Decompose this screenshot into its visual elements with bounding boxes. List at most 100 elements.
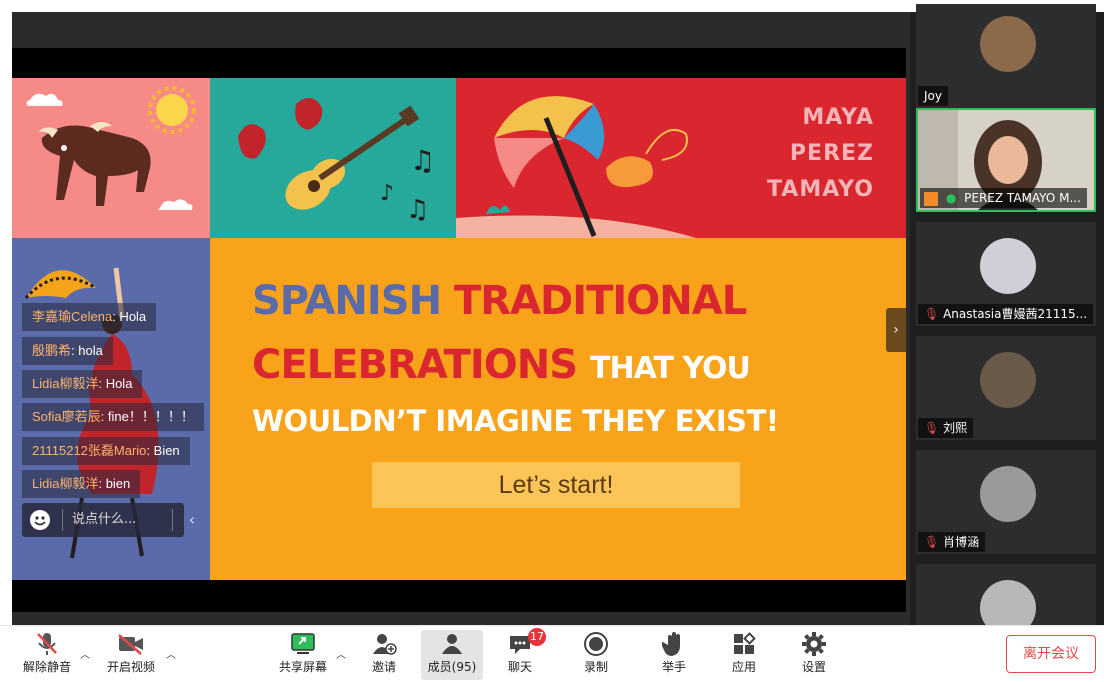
chat-sender: 李嘉瑜Celena [32,309,113,324]
author-name: MAYA PEREZ TAMAYO [767,100,874,208]
bull-illustration [26,86,196,210]
apps-label: 应用 [731,660,756,674]
chat-label: 聊天 [507,660,532,674]
share-screen-icon [272,630,334,658]
participant-tile[interactable] [916,564,1096,636]
chat-input-bar[interactable]: 说点什么... ‹ [22,503,195,537]
participant-name-bar: 🎙 Anastasia曹嫚茜21115... [918,304,1094,324]
participant-tile[interactable]: 🎙 肖博涵 [916,450,1096,554]
chat-sender: Sofia廖若辰 [32,409,101,424]
chevron-left-icon[interactable]: ‹ [180,503,204,537]
unread-badge: 17 [528,628,546,646]
svg-text:♪: ♪ [380,181,394,206]
slide-title-line-3: WOULDN’T IMAGINE THEY EXIST! [252,404,779,438]
author-line-2: PEREZ [789,141,874,166]
chat-text: : Hola [98,376,133,391]
author-line-1: MAYA [802,105,874,130]
share-screen-button[interactable]: 共享屏幕 [272,630,334,680]
record-button[interactable]: 录制 [576,630,616,680]
mic-muted-icon: 🎙 [924,421,940,435]
raise-hand-label: 举手 [661,660,686,674]
chevron-right-icon: › [893,322,899,338]
chevron-up-icon[interactable]: ︿ [336,646,346,661]
chat-message: 殷鹏希: hola [22,337,113,365]
letterbox-top [12,48,906,78]
participant-tile[interactable]: 🎙 刘熙 [916,336,1096,440]
participant-gallery: Joy ● PEREZ TAMAYO M... 🎙 Anastasia曹嫚茜21… [910,4,1104,636]
slide-title-area: SPANISH TRADITIONAL CELEBRATIONS THAT YO… [210,238,906,580]
mic-on-icon: ● [945,191,957,205]
invite-label: 邀请 [371,660,396,674]
chat-sender: Lidia柳毅洋 [32,476,99,491]
participant-tile[interactable]: 🎙 Anastasia曹嫚茜21115... [916,222,1096,326]
participant-name-bar: 🎙 刘熙 [918,418,974,438]
record-icon [576,630,616,658]
title-word-traditional: TRADITIONAL [454,278,747,324]
guitar-illustration: ♫ ♪ ♫ [238,97,435,225]
participant-name-bar: 🎙 肖博涵 [918,532,986,552]
chat-sender: 殷鹏希 [32,343,72,358]
apps-icon [724,630,764,658]
raise-hand-button[interactable]: 举手 [654,630,694,680]
svg-text:♫: ♫ [410,144,435,177]
slide-panel-bull [12,78,210,238]
gear-icon [794,630,834,658]
video-off-icon [100,630,162,658]
members-label: 成员(95) [427,660,477,674]
participant-name-bar: ● PEREZ TAMAYO M... [920,188,1087,208]
settings-button[interactable]: 设置 [794,630,834,680]
chevron-up-icon[interactable]: ︿ [80,646,90,661]
svg-text:♫: ♫ [406,195,429,225]
chat-message: Lidia柳毅洋: bien [22,470,141,498]
emoji-icon[interactable] [30,510,50,530]
invite-button[interactable]: 邀请 [364,630,404,680]
host-icon [924,191,938,206]
unmute-label: 解除静音 [22,660,71,674]
record-label: 录制 [583,660,608,674]
chat-sender: Lidia柳毅洋 [32,376,99,391]
avatar [980,16,1036,72]
chat-text: : hola [71,343,103,358]
avatar [980,352,1036,408]
participant-name: PEREZ TAMAYO M... [964,191,1081,205]
collapse-gallery-button[interactable]: › [886,308,906,352]
apps-button[interactable]: 应用 [724,630,764,680]
slide-title-line-1: SPANISH TRADITIONAL [252,278,747,324]
avatar [980,238,1036,294]
slide-title-line-2: CELEBRATIONS THAT YOU [252,342,751,388]
title-word-spanish: SPANISH [252,278,442,324]
members-button[interactable]: 成员(95) [421,630,483,680]
members-icon [421,630,483,658]
participant-name: 刘熙 [943,421,968,435]
title-word-that-you: THAT YOU [590,351,751,386]
share-screen-label: 共享屏幕 [278,660,327,674]
avatar [980,466,1036,522]
slide-panel-guitar: ♫ ♪ ♫ [210,78,456,238]
meeting-window: ♫ ♪ ♫ MAYA PEREZ TAMAYO SPANISH TRADITIO… [0,0,1104,682]
chat-message: Sofia廖若辰: fine！！！！！ [22,403,204,431]
chat-input-placeholder[interactable]: 说点什么... [72,503,136,537]
chat-text: : bien [98,476,131,491]
title-word-celebrations: CELEBRATIONS [252,342,578,388]
slide-panel-beach: MAYA PEREZ TAMAYO [456,78,906,238]
chat-text: : Hola [112,309,147,324]
chat-sender: 21115212张磊Mario [32,443,147,458]
lets-start-button[interactable]: Let’s start! [372,462,740,508]
divider [62,509,63,531]
participant-tile[interactable]: Joy [916,4,1096,108]
divider [172,509,173,531]
chat-button[interactable]: 17 聊天 [500,628,546,680]
chevron-up-icon[interactable]: ︿ [166,646,176,661]
leave-meeting-button[interactable]: 离开会议 [1006,635,1096,673]
participant-tile-active-speaker[interactable]: ● PEREZ TAMAYO M... [916,108,1096,212]
start-video-button[interactable]: 开启视频 [100,630,162,680]
participant-name: 肖博涵 [943,535,980,549]
mic-muted-icon: 🎙 [924,307,940,321]
chat-message: Lidia柳毅洋: Hola [22,370,143,398]
participant-name: Joy [918,86,948,106]
start-video-label: 开启视频 [106,660,155,674]
unmute-button[interactable]: 解除静音 [18,630,76,680]
letterbox-bottom [12,580,906,612]
chat-text: : fine！！！！！ [100,409,194,424]
participant-name: Anastasia曹嫚茜21115... [943,307,1088,321]
